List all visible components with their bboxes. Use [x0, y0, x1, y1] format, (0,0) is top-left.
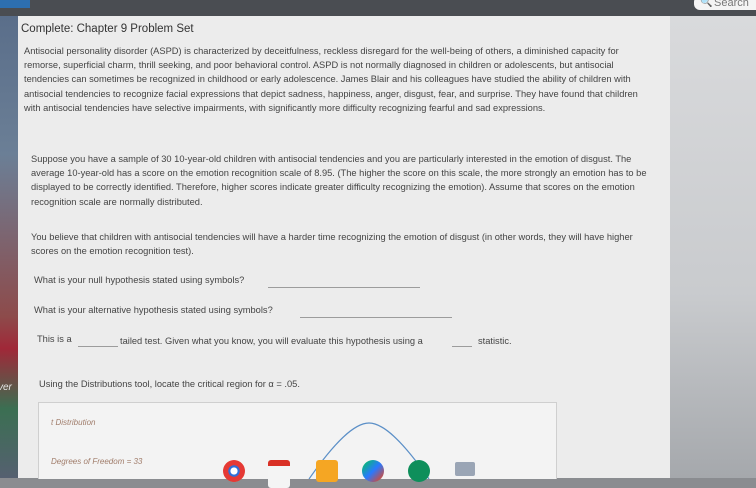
- degrees-of-freedom-label[interactable]: Degrees of Freedom = 33: [51, 457, 142, 466]
- belief-paragraph: You believe that children with antisocia…: [31, 232, 633, 257]
- left-background-strip: ver: [0, 16, 18, 478]
- alt-hypothesis-question: What is your alternative hypothesis stat…: [34, 305, 273, 315]
- left-strip-label: ver: [0, 382, 12, 393]
- search-label: Search: [714, 0, 749, 9]
- search-icon: 🔍: [700, 0, 713, 8]
- critical-region-instruction: Using the Distributions tool, locate the…: [39, 379, 300, 389]
- tail-question-part-c: statistic.: [478, 336, 512, 346]
- tail-question-part-b: tailed test. Given what you know, you wi…: [120, 336, 423, 346]
- page-title: Complete: Chapter 9 Problem Set: [21, 23, 194, 35]
- scenario-paragraph: Suppose you have a sample of 30 10-year-…: [31, 154, 647, 207]
- null-hypothesis-question: What is your null hypothesis stated usin…: [34, 275, 245, 285]
- tail-type-dropdown[interactable]: [78, 346, 118, 347]
- intro-paragraph: Antisocial personality disorder (ASPD) i…: [24, 46, 638, 113]
- distribution-curve: [308, 422, 430, 479]
- window-icon[interactable]: [455, 462, 475, 476]
- alt-hypothesis-input[interactable]: [300, 317, 452, 318]
- right-background-strip: [670, 16, 756, 478]
- problem-panel: Complete: Chapter 9 Problem Set Antisoci…: [18, 16, 670, 479]
- chrome-icon[interactable]: [223, 460, 245, 482]
- tool-title: t Distribution: [51, 418, 96, 427]
- browser-top-bar: 🔍 Search: [0, 0, 756, 16]
- null-hypothesis-input[interactable]: [268, 287, 420, 288]
- play-store-icon[interactable]: [362, 460, 384, 482]
- search-box[interactable]: 🔍 Search: [694, 0, 756, 10]
- distributions-tool[interactable]: t Distribution Degrees of Freedom = 33: [38, 402, 557, 479]
- meet-icon[interactable]: [408, 460, 430, 482]
- top-strip: [0, 0, 30, 8]
- gmail-icon[interactable]: [268, 460, 290, 488]
- tail-question-part-a: This is a: [37, 334, 72, 344]
- statistic-type-dropdown[interactable]: [452, 346, 472, 347]
- slides-icon[interactable]: [316, 460, 338, 482]
